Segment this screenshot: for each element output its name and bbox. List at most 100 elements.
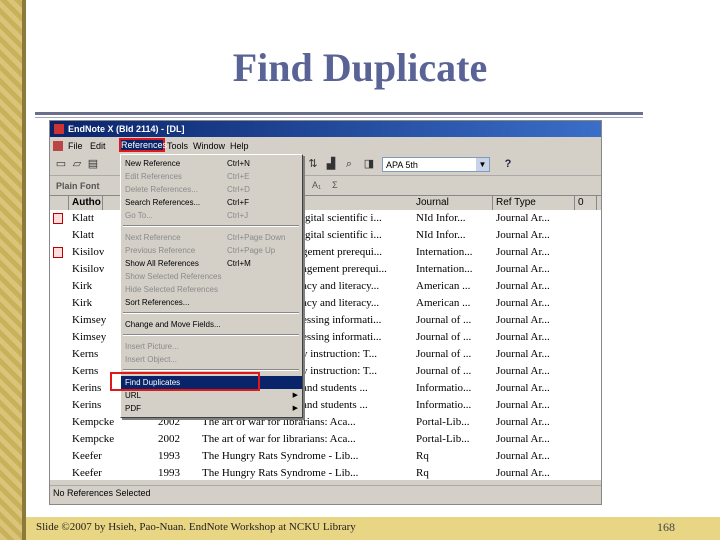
symbol-button[interactable]: Σ [332,176,338,194]
menu-edit[interactable]: Edit [90,138,106,154]
open-folder-icon[interactable]: ▱ [70,157,84,171]
menu-item-edit-references[interactable]: Edit References Ctrl+E [121,170,302,183]
menu-references[interactable]: References [119,138,167,152]
menu-item-label: Next Reference [125,233,181,242]
document-icon [53,141,63,151]
cell-year: 1993 [158,467,180,479]
author-col-header[interactable]: Autho [72,196,103,210]
cell-reftype: Journal Ar... [496,263,550,275]
cell-reftype: Journal Ar... [496,348,550,360]
output-style-value: APA 5th [386,160,418,170]
table-row[interactable]: Keefer 1993 The Hungry Rats Syndrome - Lib… [50,465,601,482]
cell-reftype: Journal Ar... [496,433,550,445]
menu-separator [123,312,299,314]
cell-reftype: Journal Ar... [496,399,550,411]
cell-author: Kimsey [72,314,107,326]
menu-help[interactable]: Help [230,138,249,154]
menu-item-label: Change and Move Fields... [125,320,221,329]
output-style-select[interactable]: APA 5th ▼ [382,157,490,172]
graph-icon[interactable]: ▟ [324,157,338,171]
cell-journal: NId Infor... [416,212,466,224]
menu-item-label: Go To... [125,211,153,220]
cell-title: and students ... [302,382,368,394]
menu-item-label: Show Selected References [125,272,222,281]
menu-item-insert-picture[interactable]: Insert Picture... [121,340,302,353]
menu-item-search-references[interactable]: Search References... Ctrl+F [121,196,302,209]
slide-title: Find Duplicate [232,45,488,90]
cell-reftype: Journal Ar... [496,212,550,224]
footer-credit: Slide ©2007 by Hsieh, Pao-Nuan. EndNote … [36,521,356,533]
cell-reftype: Journal Ar... [496,314,550,326]
menu-item-insert-object[interactable]: Insert Object... [121,353,302,366]
cell-title: igital scientific i... [302,229,382,241]
menu-file[interactable]: File [68,138,83,154]
print-icon[interactable]: ▤ [86,157,100,171]
window-title: EndNote X (Bld 2114) - [DL] [68,124,185,134]
cell-title: y instruction: T... [302,365,378,377]
menu-item-label: Show All References [125,259,199,268]
menu-item-previous-reference[interactable]: Previous Reference Ctrl+Page Up [121,244,302,257]
menu-item-hide-selected-references[interactable]: Hide Selected References [121,283,302,296]
cell-title: agement prerequi... [302,263,387,275]
menu-item-label: Hide Selected References [125,285,218,294]
menu-item-next-reference[interactable]: Next Reference Ctrl+Page Down [121,231,302,244]
cell-journal: Journal of ... [416,365,472,377]
plain-font-button[interactable]: Plain Font [56,177,100,195]
journal-col-header[interactable]: Journal [416,196,493,210]
cell-journal: Rq [416,450,429,462]
cell-author: Kempcke [72,433,115,445]
cell-author: Klatt [72,229,94,241]
cell-author: Kerns [72,348,99,360]
table-row[interactable]: Keefer 1993 The Hungry Rats Syndrome - Lib… [50,448,601,465]
menu-item-delete-references[interactable]: Delete References... Ctrl+D [121,183,302,196]
export-icon[interactable]: ◨ [362,157,376,171]
endnote-app-icon [54,124,64,134]
cell-author: Kisilov [72,246,105,258]
attachment-col-header[interactable] [54,196,69,210]
cell-title: acy and literacy... [302,280,380,292]
menu-item-shortcut: Ctrl+F [227,198,249,207]
cell-journal: American ... [416,297,471,309]
submenu-arrow-icon: ▶ [292,392,298,399]
menu-item-label: Search References... [125,198,201,207]
menu-item-sort-references[interactable]: Sort References... [121,296,302,309]
menu-separator [123,225,299,227]
cell-journal: Journal of ... [416,348,472,360]
cell-year: 2002 [158,433,180,445]
menu-separator [123,369,299,371]
reftype-col-header[interactable]: Ref Type [496,196,575,210]
table-row[interactable]: Kempcke 2002 The art of war for librarians… [50,431,601,448]
cell-journal: Informatio... [416,399,472,411]
help-button[interactable]: ? [500,157,516,172]
cell-reftype: Journal Ar... [496,467,550,479]
subscript-button[interactable]: A₁ [312,176,321,194]
menu-item-shortcut: Ctrl+M [227,259,251,268]
menu-item-show-selected-references[interactable]: Show Selected References [121,270,302,283]
cell-author: Kerns [72,365,99,377]
window-titlebar: EndNote X (Bld 2114) - [DL] [50,121,601,137]
menu-item-show-all-references[interactable]: Show All References Ctrl+M [121,257,302,270]
cell-journal: Informatio... [416,382,472,394]
search-library-icon[interactable]: ⌕ [342,157,356,171]
menu-item-shortcut: Ctrl+D [227,185,250,194]
cell-reftype: Journal Ar... [496,229,550,241]
menu-item-change-move-fields[interactable]: Change and Move Fields... [121,318,302,331]
new-library-icon[interactable]: ▭ [54,157,68,171]
menu-window[interactable]: Window [193,138,225,154]
menu-item-label: Edit References [125,172,182,181]
menu-tools[interactable]: Tools [167,138,188,154]
cell-title: The Hungry Rats Syndrome - Lib... [202,467,359,479]
cell-reftype: Journal Ar... [496,450,550,462]
cell-reftype: Journal Ar... [496,331,550,343]
cell-title: and students ... [302,399,368,411]
cell-journal: Internation... [416,246,473,258]
menu-item-pdf[interactable]: PDF ▶ [121,402,302,415]
cell-journal: Portal-Lib... [416,416,470,428]
menu-item-new-reference[interactable]: New Reference Ctrl+N [121,157,302,170]
menu-item-go-to[interactable]: Go To... Ctrl+J [121,209,302,222]
page-number: 168 [657,520,675,534]
sync-icon[interactable]: ⇅ [306,157,320,171]
cell-year: 1993 [158,450,180,462]
chevron-down-icon[interactable]: ▼ [476,158,489,171]
attach-count-col-header[interactable]: 0 [578,196,597,210]
